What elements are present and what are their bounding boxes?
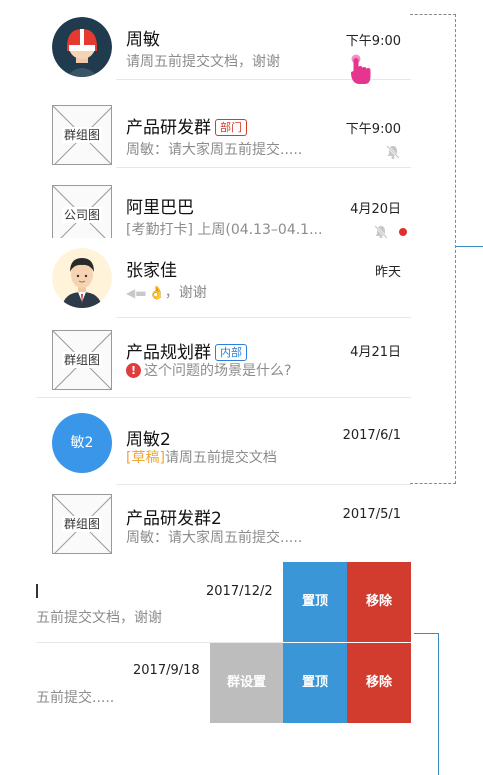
chat-message-row: ◀▬ 👌，谢谢	[126, 282, 336, 302]
avatar: 敏2	[52, 413, 112, 473]
chat-name-text: 产品研发群	[126, 118, 211, 138]
back-arrow-icon: ◀▬	[126, 286, 147, 300]
swiped-chat-item[interactable]: 五前提交文档，谢谢 2017/12/2 置顶 移除	[36, 562, 411, 642]
chat-message: 请周五前提交文档，谢谢	[126, 54, 280, 70]
chat-name: 阿里巴巴	[126, 198, 194, 218]
pin-button[interactable]: 置顶	[283, 643, 347, 723]
bell-mute-icon	[386, 145, 400, 159]
annotation-connector	[456, 246, 483, 247]
unread-dot	[399, 228, 407, 236]
chat-message: ，谢谢	[164, 285, 207, 301]
chat-time: 2017/12/2	[206, 584, 273, 599]
chat-item-zhoumin2[interactable]: 敏2 周敏2 [草稿]请周五前提交文档 2017/6/1	[36, 405, 411, 485]
chat-time: 4月21日	[350, 345, 401, 360]
department-tag: 部门	[215, 119, 247, 136]
remove-button[interactable]: 移除	[347, 643, 411, 723]
chat-item-alibaba[interactable]: 公司图 阿里巴巴 [考勤打卡] 上周(04.13–04.1... 4月20日	[36, 168, 411, 248]
avatar-photo-man-suit	[52, 248, 112, 308]
group-avatar-placeholder: 群组图	[52, 494, 112, 554]
tap-gesture-icon	[351, 54, 371, 84]
avatar-label: 群组图	[62, 352, 102, 368]
avatar	[52, 17, 112, 77]
avatar-label: 群组图	[62, 516, 102, 532]
chat-message-row: ! 这个问题的场景是什么?	[126, 360, 336, 380]
group-settings-button[interactable]: 群设置	[210, 643, 283, 723]
group-avatar-placeholder: 群组图	[52, 105, 112, 165]
warning-icon: !	[126, 363, 141, 378]
avatar: 群组图	[52, 105, 112, 165]
avatar	[52, 248, 112, 308]
annotation-dashed-frame	[410, 14, 456, 484]
chat-time: 2017/5/1	[342, 507, 401, 522]
name-fragment	[36, 584, 38, 598]
chat-message: 周敏：请大家周五前提交.....	[126, 530, 303, 546]
group-avatar-placeholder: 群组图	[52, 330, 112, 390]
avatar-photo-red-helmet	[52, 17, 112, 77]
swiped-chat-item[interactable]: 五前提交..... 2017/9/18 群设置 置顶 移除	[36, 643, 411, 723]
company-avatar-placeholder: 公司图	[52, 185, 112, 245]
chat-item-zhangjiajia[interactable]: 张家佳 ◀▬ 👌，谢谢 昨天	[36, 238, 411, 318]
draft-label: [草稿]	[126, 450, 165, 466]
chat-message: 这个问题的场景是什么?	[144, 363, 292, 379]
pin-button[interactable]: 置顶	[283, 562, 347, 642]
chat-name: 产品研发群2	[126, 509, 222, 529]
chat-name: 产品研发群 部门	[126, 113, 247, 138]
chat-time: 4月20日	[350, 202, 401, 217]
divider	[36, 397, 411, 398]
chat-item-rd-group2[interactable]: 群组图 产品研发群2 周敏：请大家周五前提交..... 2017/5/1	[36, 485, 411, 565]
chat-message: 五前提交.....	[36, 690, 115, 706]
chat-item-rd-group[interactable]: 群组图 产品研发群 部门 周敏：请大家周五前提交..... 下午9:00	[36, 88, 411, 168]
chat-message: 周敏：请大家周五前提交.....	[126, 142, 303, 158]
chat-message: 请周五前提交文档	[164, 450, 277, 466]
chat-time: 2017/9/18	[133, 663, 200, 678]
annotation-connector	[414, 633, 439, 634]
avatar-label: 群组图	[62, 127, 102, 143]
chat-name: 张家佳	[126, 261, 177, 281]
annotation-connector	[438, 633, 439, 775]
avatar: 群组图	[52, 494, 112, 554]
remove-button[interactable]: 移除	[347, 562, 411, 642]
chat-item-planning-group[interactable]: 群组图 产品规划群 内部 ! 这个问题的场景是什么? 4月21日	[36, 318, 411, 398]
text-avatar: 敏2	[52, 413, 112, 473]
chat-time: 昨天	[374, 265, 401, 280]
chat-time: 下午9:00	[345, 122, 401, 137]
avatar: 公司图	[52, 185, 112, 245]
chat-name: 周敏	[126, 30, 160, 50]
chat-time: 下午9:00	[345, 34, 401, 49]
internal-tag: 内部	[215, 344, 247, 361]
avatar: 群组图	[52, 330, 112, 390]
chat-message: 五前提交文档，谢谢	[36, 610, 162, 626]
chat-time: 2017/6/1	[342, 428, 401, 443]
chat-message: [考勤打卡] 上周(04.13–04.1...	[126, 222, 323, 238]
avatar-label: 公司图	[62, 207, 102, 223]
ok-hand-icon: 👌	[148, 286, 165, 301]
chat-message-row: [草稿]请周五前提交文档	[126, 447, 336, 467]
